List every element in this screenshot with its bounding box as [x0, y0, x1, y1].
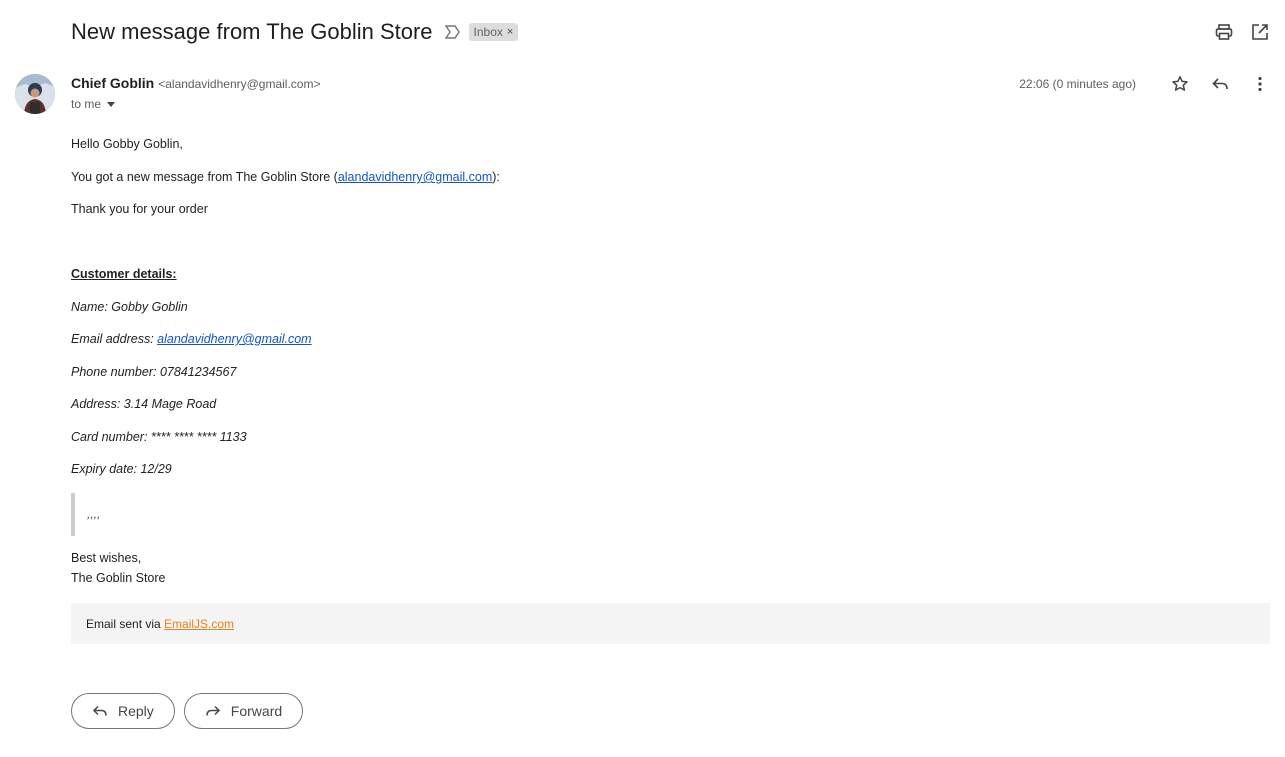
- reply-label: Reply: [118, 703, 154, 719]
- recipients-label: to me: [71, 97, 102, 111]
- star-icon[interactable]: [1170, 72, 1190, 96]
- forward-button[interactable]: Forward: [183, 693, 304, 729]
- reply-actions: Reply Forward: [71, 693, 304, 729]
- emailjs-link[interactable]: EmailJS.com: [164, 617, 234, 631]
- greeting: Hello Gobby Goblin,: [71, 137, 183, 151]
- message-meta: 22:06 (0 minutes ago): [1019, 72, 1270, 96]
- phone-line: Phone number: 07841234567: [71, 365, 237, 379]
- sender-avatar[interactable]: [15, 74, 55, 114]
- details-heading: Customer details:: [71, 267, 177, 281]
- email-line: Email address: alandavidhenry@gmail.com: [71, 332, 312, 346]
- reply-icon: [92, 703, 108, 719]
- footer-text: Email sent via EmailJS.com: [86, 617, 234, 631]
- top-actions: [1214, 20, 1270, 44]
- email-footer: Email sent via EmailJS.com: [71, 603, 1270, 644]
- quote-text: ,,,,: [87, 507, 101, 521]
- expiry-line: Expiry date: 12/29: [71, 462, 172, 476]
- name-line: Name: Gobby Goblin: [71, 300, 188, 314]
- thanks-line: Thank you for your order: [71, 202, 208, 216]
- signoff-line-2: The Goblin Store: [71, 571, 166, 585]
- email-subject: New message from The Goblin Store: [71, 19, 433, 44]
- inbox-label-text: Inbox: [473, 25, 503, 39]
- intro-suffix: ):: [492, 170, 500, 184]
- forward-icon: [205, 703, 221, 719]
- address-line: Address: 3.14 Mage Road: [71, 397, 217, 411]
- chevron-down-icon[interactable]: [107, 101, 116, 107]
- inbox-label-chip[interactable]: Inbox ×: [468, 23, 519, 41]
- more-options-icon[interactable]: [1250, 72, 1270, 96]
- customer-email-link[interactable]: alandavidhenry@gmail.com: [157, 332, 311, 346]
- reply-button[interactable]: Reply: [71, 693, 175, 729]
- footer-prefix: Email sent via: [86, 617, 165, 631]
- message-timestamp: 22:06 (0 minutes ago): [1019, 77, 1136, 91]
- intro-prefix: You got a new message from The Goblin St…: [71, 170, 338, 184]
- sender-email: <alandavidhenry@gmail.com>: [158, 77, 321, 91]
- open-in-new-icon[interactable]: [1250, 20, 1270, 44]
- recipients-toggle[interactable]: to me: [71, 97, 116, 111]
- signoff-line-1: Best wishes,: [71, 551, 142, 565]
- reply-icon[interactable]: [1210, 72, 1230, 96]
- printer-icon[interactable]: [1214, 20, 1234, 44]
- email-prefix: Email address:: [71, 332, 158, 346]
- card-line: Card number: **** **** **** 1133: [71, 430, 247, 444]
- intro-line: You got a new message from The Goblin St…: [71, 170, 500, 184]
- remove-label-icon[interactable]: ×: [507, 26, 513, 38]
- blockquote: ,,,,: [71, 493, 100, 536]
- intro-email-link[interactable]: alandavidhenry@gmail.com: [338, 170, 492, 184]
- sender-name[interactable]: Chief Goblin: [71, 75, 154, 91]
- sender-row: Chief Goblin <alandavidhenry@gmail.com>: [71, 75, 321, 91]
- forward-label: Forward: [230, 703, 283, 719]
- subject-row: New message from The Goblin Store Inbox …: [71, 16, 519, 48]
- importance-marker-icon[interactable]: [444, 24, 461, 40]
